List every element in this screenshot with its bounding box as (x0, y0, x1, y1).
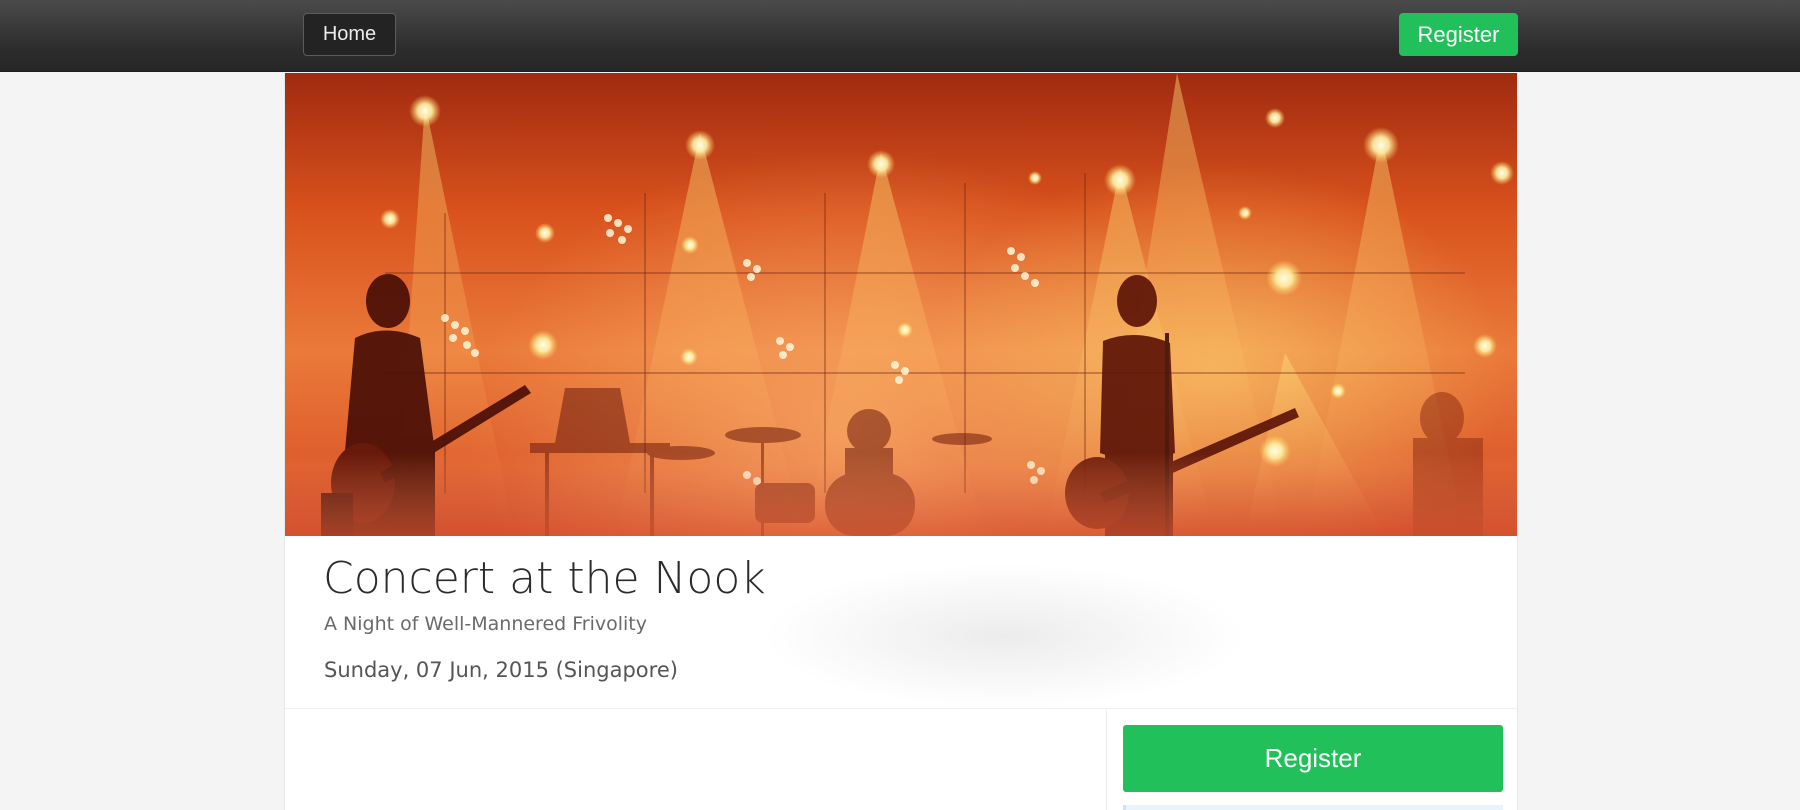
info-panel (1123, 805, 1503, 810)
sidebar-divider (1106, 709, 1107, 810)
register-button-top[interactable]: Register (1399, 13, 1518, 56)
event-card: Concert at the Nook A Night of Well-Mann… (284, 73, 1518, 810)
register-button-main[interactable]: Register (1123, 725, 1503, 792)
top-navbar: Home Register (0, 0, 1800, 72)
event-subtitle: A Night of Well-Mannered Frivolity (324, 613, 647, 635)
concert-illustration (285, 73, 1517, 536)
content-divider (285, 708, 1517, 709)
home-button[interactable]: Home (303, 13, 396, 56)
event-title: Concert at the Nook (323, 553, 766, 604)
event-date: Sunday, 07 Jun, 2015 (Singapore) (324, 658, 678, 682)
hero-image (285, 73, 1517, 536)
